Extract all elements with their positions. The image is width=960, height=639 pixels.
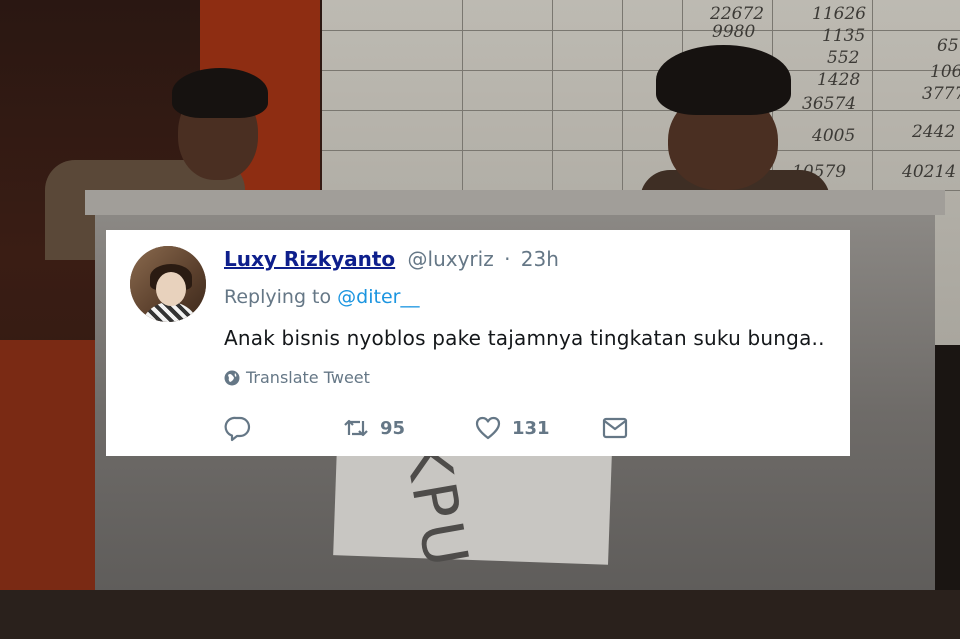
board-number: 22672	[710, 4, 765, 24]
replying-prefix: Replying to	[224, 286, 332, 308]
person-right-hair	[656, 45, 791, 115]
retweet-icon	[344, 419, 368, 437]
board-number: 106	[930, 62, 960, 82]
direct-message-button[interactable]	[601, 414, 629, 442]
like-count: 131	[512, 417, 550, 439]
reply-bubble-icon	[224, 416, 251, 442]
red-lower-panel	[0, 340, 110, 590]
board-number: 36574	[802, 94, 857, 114]
avatar[interactable]	[130, 246, 206, 322]
board-number: 40214	[902, 162, 957, 182]
board-number: 4005	[812, 126, 856, 146]
board-number: 2442	[912, 122, 956, 142]
replying-to: Replying to @diter__	[224, 286, 419, 308]
board-number: 9980	[712, 22, 756, 42]
replying-to-link[interactable]: @diter__	[337, 286, 419, 308]
person-left-hair	[172, 68, 268, 118]
ballot-box-lid	[85, 190, 945, 215]
globe-icon	[224, 370, 240, 385]
envelope-icon	[602, 417, 628, 439]
board-number: 1428	[817, 70, 861, 90]
retweet-count: 95	[380, 417, 406, 439]
like-button[interactable]: 131	[474, 414, 550, 442]
translate-tweet-link[interactable]: Translate Tweet	[224, 368, 370, 387]
tweet-actions: 95 131	[224, 414, 724, 444]
board-number: 1135	[822, 26, 866, 46]
translate-label: Translate Tweet	[246, 368, 370, 387]
separator-dot: ·	[504, 247, 511, 271]
tweet-text: Anak bisnis nyoblos pake tajamnya tingka…	[224, 326, 825, 350]
board-number: 11626	[812, 4, 867, 24]
heart-icon	[475, 416, 501, 440]
tweet-card: Luxy Rizkyanto @luxyriz · 23h Replying t…	[106, 230, 850, 456]
reply-button[interactable]	[224, 414, 252, 442]
tweet-header: Luxy Rizkyanto @luxyriz · 23h	[224, 247, 559, 271]
retweet-button[interactable]: 95	[342, 414, 405, 442]
floor	[0, 590, 960, 639]
display-name[interactable]: Luxy Rizkyanto	[224, 247, 395, 271]
board-number: 552	[827, 48, 860, 68]
board-number: 3777	[922, 84, 960, 104]
user-handle[interactable]: @luxyriz	[408, 247, 494, 271]
tweet-timestamp[interactable]: 23h	[521, 247, 559, 271]
board-number: 65	[937, 36, 959, 56]
